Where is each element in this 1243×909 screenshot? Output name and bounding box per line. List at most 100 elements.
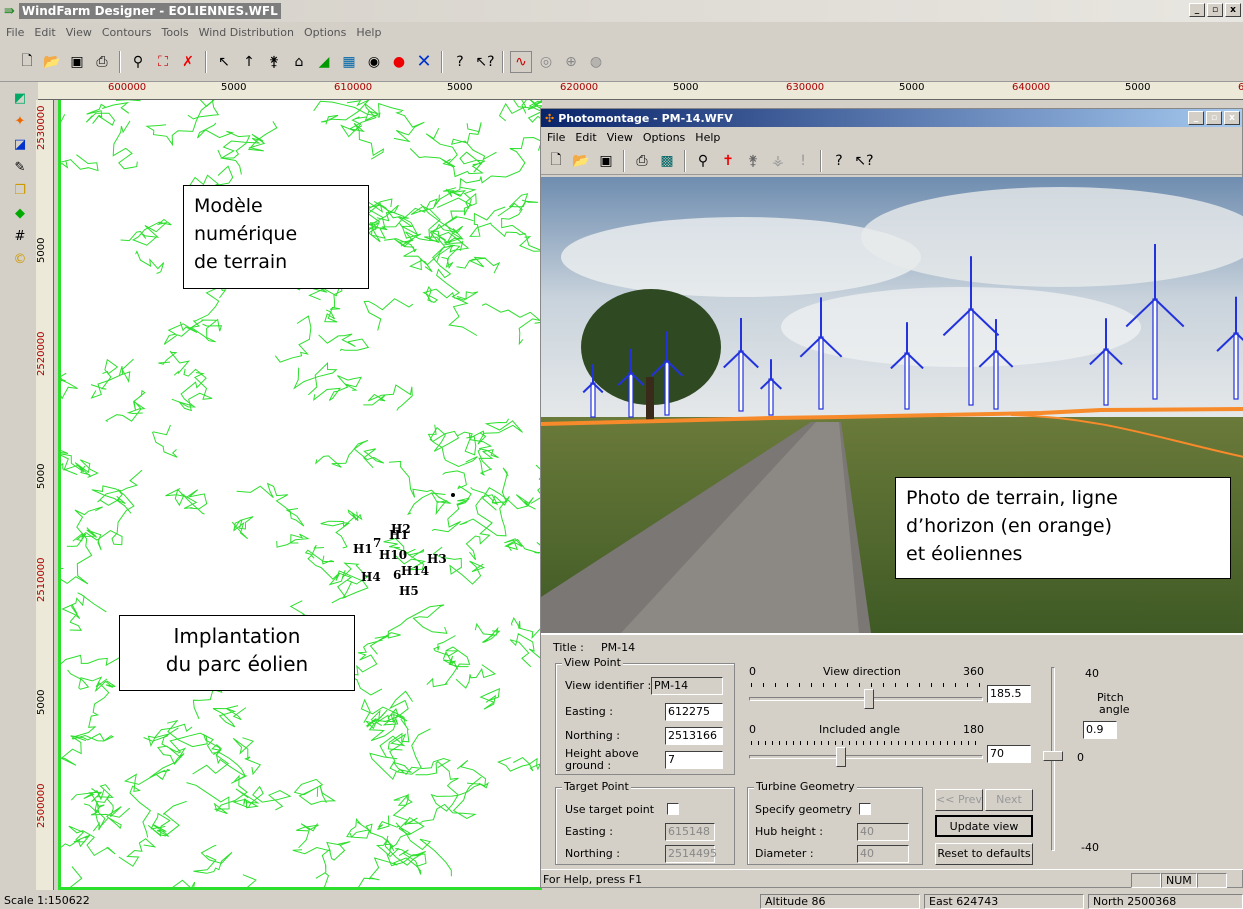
pm-menu-view[interactable]: View xyxy=(607,131,633,144)
maximize-button[interactable]: ▫ xyxy=(1207,3,1223,17)
new-file-icon[interactable]: 🗋 xyxy=(16,51,38,73)
map-layer-icon[interactable]: ◩ xyxy=(10,88,30,108)
viewpoint-northing-input[interactable]: 2513166 xyxy=(665,727,723,745)
zoom-icon[interactable]: ⚲ xyxy=(127,51,149,73)
print-icon[interactable]: ⎙ xyxy=(631,150,653,172)
open-folder-icon[interactable]: 📂 xyxy=(41,51,63,73)
target-northing-input[interactable]: 2514495 xyxy=(665,845,717,863)
included-angle-track xyxy=(749,755,983,759)
turbine-label[interactable]: H1 xyxy=(389,528,409,542)
turbine-multi-icon[interactable]: ⚶ xyxy=(767,150,789,172)
diameter-input[interactable]: 40 xyxy=(857,845,909,863)
diamond-icon[interactable]: ◆ xyxy=(10,203,30,223)
update-view-button[interactable]: Update view xyxy=(935,815,1033,837)
turbine-red-icon[interactable]: ✗ xyxy=(177,51,199,73)
view-direction-input[interactable]: 185.5 xyxy=(987,685,1031,703)
contour-icon[interactable]: ∿ xyxy=(510,50,532,73)
turbine-label[interactable]: H5 xyxy=(399,584,419,598)
open-folder-icon[interactable]: 📂 xyxy=(570,150,592,172)
pm-menu-options[interactable]: Options xyxy=(643,131,685,144)
view-identifier-field[interactable]: PM-14 xyxy=(651,677,723,695)
pm-menu-edit[interactable]: Edit xyxy=(575,131,596,144)
delete-x-icon[interactable]: ✕ xyxy=(413,51,435,73)
grid-icon[interactable]: ▦ xyxy=(338,51,360,73)
copy-icon[interactable]: ❐ xyxy=(10,180,30,200)
print-icon[interactable]: ⎙ xyxy=(91,51,113,73)
pm-minimize-button[interactable]: _ xyxy=(1188,111,1204,125)
reset-defaults-button[interactable]: Reset to defaults xyxy=(935,843,1033,865)
compass-icon[interactable]: ✦ xyxy=(10,111,30,131)
minimize-button[interactable]: _ xyxy=(1189,3,1205,17)
zoom-extents-icon[interactable]: ⛶ xyxy=(152,51,174,73)
pitch-angle-input[interactable]: 0.9 xyxy=(1083,721,1117,739)
menu-help[interactable]: Help xyxy=(356,26,381,39)
pitch-slider[interactable] xyxy=(1043,751,1063,761)
arrow-up-icon[interactable]: ↑ xyxy=(238,51,260,73)
included-angle-input[interactable]: 70 xyxy=(987,745,1031,763)
globe-icon[interactable]: ⊕ xyxy=(560,51,582,73)
callout-park-layout: Implantation du parc éolien xyxy=(119,615,355,691)
help-icon[interactable]: ? xyxy=(449,51,471,73)
exclamation-icon[interactable]: ! xyxy=(792,150,814,172)
ruler-tick-label: 5000 xyxy=(899,82,925,93)
pm-maximize-button[interactable]: ▫ xyxy=(1206,111,1222,125)
hash-grid-icon[interactable]: # xyxy=(10,226,30,246)
menu-view[interactable]: View xyxy=(66,26,92,39)
ruler-tick-label: 5000 xyxy=(36,463,47,489)
terrain-green-icon[interactable]: ◢ xyxy=(313,51,335,73)
use-target-point-checkbox[interactable] xyxy=(667,803,679,815)
coin-icon[interactable]: © xyxy=(10,249,30,269)
rotate-icon[interactable]: ◎ xyxy=(535,51,557,73)
included-angle-slider[interactable] xyxy=(836,747,847,767)
height-above-ground-input[interactable]: 7 xyxy=(665,751,723,769)
pm-menu-file[interactable]: File xyxy=(547,131,565,144)
turbine-icon[interactable]: ⚵ xyxy=(263,51,285,73)
pen-icon[interactable]: ✎ xyxy=(10,157,30,177)
scale-readout: Scale 1:150622 xyxy=(4,894,90,907)
save-icon[interactable]: ▣ xyxy=(595,150,617,172)
menu-contours[interactable]: Contours xyxy=(102,26,152,39)
view-direction-slider[interactable] xyxy=(864,689,875,709)
viewpoint-panel: Title : PM-14 View Point View identifier… xyxy=(541,633,1243,869)
ruler-tick-label: 6 xyxy=(1238,82,1243,93)
spiral-icon[interactable]: ◍ xyxy=(585,51,607,73)
save-icon[interactable]: ▣ xyxy=(66,51,88,73)
turbine-label[interactable]: H10 xyxy=(379,548,407,562)
prev-button[interactable]: << Prev xyxy=(935,789,983,811)
eye-icon[interactable]: ◉ xyxy=(363,51,385,73)
help-icon[interactable]: ? xyxy=(828,150,850,172)
pm-close-button[interactable]: x xyxy=(1224,111,1240,125)
specify-geometry-checkbox[interactable] xyxy=(859,803,871,815)
viewpoint-easting-input[interactable]: 612275 xyxy=(665,703,723,721)
target-easting-input[interactable]: 615148 xyxy=(665,823,715,841)
menu-wind-distribution[interactable]: Wind Distribution xyxy=(199,26,294,39)
pointer-icon[interactable]: ↖ xyxy=(213,51,235,73)
hub-height-input[interactable]: 40 xyxy=(857,823,909,841)
pm-menu-help[interactable]: Help xyxy=(695,131,720,144)
photo-icon[interactable]: ▩ xyxy=(656,150,678,172)
menu-tools[interactable]: Tools xyxy=(162,26,189,39)
menu-edit[interactable]: Edit xyxy=(34,26,55,39)
turbine-grey-icon[interactable]: ⚵ xyxy=(742,150,764,172)
next-button[interactable]: Next >> xyxy=(985,789,1033,826)
new-file-icon[interactable]: 🗋 xyxy=(545,150,567,172)
turbine-label[interactable]: H3 xyxy=(427,552,447,566)
menu-options[interactable]: Options xyxy=(304,26,346,39)
turbine-red-icon[interactable]: ✝ xyxy=(717,150,739,172)
context-help-icon[interactable]: ↖? xyxy=(853,150,875,172)
turbine-label[interactable]: H4 xyxy=(361,570,381,584)
slope-icon[interactable]: ◪ xyxy=(10,134,30,154)
turbine-label[interactable]: H14 xyxy=(401,564,429,578)
zoom-icon[interactable]: ⚲ xyxy=(692,150,714,172)
menu-file[interactable]: File xyxy=(6,26,24,39)
close-button[interactable]: x xyxy=(1225,3,1241,17)
turbine-label[interactable]: H1 xyxy=(353,542,373,556)
context-help-icon[interactable]: ↖? xyxy=(474,51,496,73)
ruler-tick-label: 5000 xyxy=(447,82,473,93)
terrain-map[interactable]: Modèle numérique de terrain Implantation du… xyxy=(58,100,542,890)
house-icon[interactable]: ⌂ xyxy=(288,51,310,73)
ruler-tick-label: 5000 xyxy=(673,82,699,93)
ring-icon[interactable]: ● xyxy=(388,51,410,73)
turbine-label[interactable]: 7 xyxy=(373,536,381,550)
turbine-label[interactable]: 6 xyxy=(393,568,401,582)
